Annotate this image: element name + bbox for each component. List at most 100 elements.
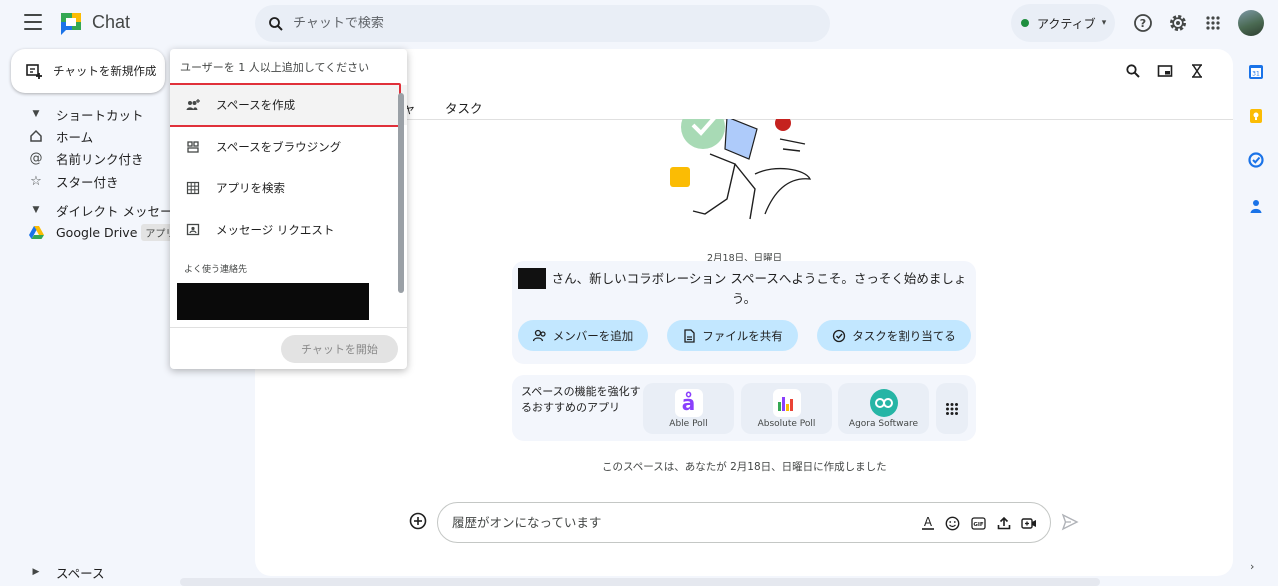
new-chat-label: チャットを新規作成 bbox=[53, 64, 157, 78]
message-requests-label: メッセージ リクエスト bbox=[216, 223, 335, 237]
shortcuts-header[interactable]: ▼ ショートカット bbox=[28, 104, 144, 124]
redacted-contact[interactable] bbox=[177, 283, 369, 320]
shortcuts-heading: ショートカット bbox=[56, 107, 144, 123]
top-bar: Chat アクティブ ▾ ? bbox=[0, 0, 1278, 46]
add-member-icon bbox=[532, 329, 546, 341]
app-title: Chat bbox=[92, 12, 131, 32]
status-label: アクティブ bbox=[1037, 16, 1096, 31]
app-tile-name: Agora Software bbox=[848, 419, 919, 429]
at-icon: @ bbox=[29, 150, 43, 166]
emoji-icon[interactable] bbox=[944, 515, 960, 531]
bottom-edge bbox=[180, 578, 1100, 586]
star-icon: ☆ bbox=[30, 173, 42, 189]
spaces-header[interactable]: ▶ スペース bbox=[28, 562, 105, 582]
app-tile-able-poll[interactable]: å Able Poll bbox=[643, 383, 734, 434]
svg-text:GIF: GIF bbox=[973, 522, 984, 528]
spaces-heading: スペース bbox=[56, 565, 105, 581]
chat-logo-icon bbox=[61, 13, 81, 35]
file-icon bbox=[684, 328, 695, 343]
frequent-contacts-label: よく使う連絡先 bbox=[184, 265, 248, 275]
apps-grid-icon bbox=[946, 402, 958, 415]
app-tile-agora-software[interactable]: Agora Software bbox=[838, 383, 929, 434]
new-chat-dropdown: スペースを作成 スペースをブラウジング アプリを検索 メッセージ リクエスト よ… bbox=[170, 49, 407, 369]
add-member-label: メンバーを追加 bbox=[552, 328, 634, 343]
agora-software-icon bbox=[869, 389, 898, 417]
find-apps-item[interactable]: アプリを検索 bbox=[170, 168, 407, 208]
help-icon[interactable]: ? bbox=[1132, 12, 1154, 34]
contacts-icon[interactable] bbox=[1248, 198, 1264, 214]
sidebar-item-home[interactable]: ホーム bbox=[28, 126, 93, 146]
new-chat-button[interactable]: チャットを新規作成 bbox=[11, 49, 165, 93]
new-chat-icon bbox=[26, 64, 42, 79]
svg-text:A: A bbox=[924, 515, 933, 529]
tasks-icon[interactable] bbox=[1248, 152, 1264, 168]
keep-icon[interactable] bbox=[1248, 108, 1264, 124]
search-icon bbox=[269, 16, 283, 31]
search-bar[interactable] bbox=[255, 5, 830, 42]
assign-task-button[interactable]: タスクを割り当てる bbox=[817, 320, 971, 351]
dm-item-google-drive[interactable]: Google Drive アプリ bbox=[28, 222, 180, 242]
gif-icon[interactable]: GIF bbox=[970, 515, 986, 531]
add-member-button[interactable]: メンバーを追加 bbox=[518, 320, 648, 351]
caret-right-icon: ▶ bbox=[32, 567, 40, 577]
apps-icon bbox=[186, 181, 200, 195]
picture-in-picture-icon[interactable] bbox=[1155, 61, 1175, 81]
recommended-apps-card: スペースの機能を強化するおすすめのアプリ å Able Poll Absolut… bbox=[512, 375, 976, 441]
absolute-poll-icon bbox=[772, 389, 801, 417]
search-input[interactable] bbox=[293, 16, 793, 31]
sidebar-item-starred[interactable]: ☆ スター付き bbox=[28, 171, 119, 191]
redacted-name bbox=[518, 268, 546, 289]
video-meeting-icon[interactable] bbox=[1021, 515, 1037, 531]
app-tile-absolute-poll[interactable]: Absolute Poll bbox=[741, 383, 832, 434]
highlight-annotation bbox=[170, 83, 401, 127]
dm-heading: ダイレクト メッセージ bbox=[56, 203, 185, 219]
share-file-button[interactable]: ファイルを共有 bbox=[667, 320, 798, 351]
search-icon[interactable] bbox=[1123, 61, 1143, 81]
message-input[interactable] bbox=[452, 515, 912, 530]
share-file-label: ファイルを共有 bbox=[702, 328, 783, 343]
message-requests-item[interactable]: メッセージ リクエスト bbox=[170, 210, 407, 250]
browse-spaces-icon bbox=[187, 141, 199, 153]
sidebar-item-mentions[interactable]: @ 名前リンク付き bbox=[28, 148, 144, 168]
sidebar-item-label: ホーム bbox=[56, 129, 94, 145]
welcome-illustration bbox=[670, 119, 812, 220]
space-created-note: このスペースは、あなたが 2月18日、日曜日に作成しました bbox=[602, 461, 887, 473]
add-content-icon[interactable] bbox=[409, 512, 427, 530]
tab-tasks[interactable]: タスク bbox=[445, 98, 483, 117]
browse-spaces-label: スペースをブラウジング bbox=[216, 140, 342, 154]
apps-grid-icon[interactable] bbox=[1202, 12, 1224, 34]
caret-down-icon: ▼ bbox=[32, 205, 40, 215]
assign-task-label: タスクを割り当てる bbox=[852, 328, 956, 343]
find-apps-label: アプリを検索 bbox=[216, 181, 285, 195]
status-selector[interactable]: アクティブ ▾ bbox=[1011, 4, 1115, 42]
welcome-message: さん、新しいコラボレーション スペースへようこそ。さっそく始めましょう。 bbox=[551, 271, 967, 306]
caret-down-icon: ▼ bbox=[32, 109, 40, 119]
app-tile-name: Absolute Poll bbox=[757, 419, 816, 429]
more-apps-button[interactable] bbox=[936, 383, 968, 434]
dm-header[interactable]: ▼ ダイレクト メッセージ bbox=[28, 200, 185, 220]
text-format-icon[interactable]: A bbox=[920, 515, 936, 531]
add-people-input[interactable] bbox=[180, 58, 395, 76]
welcome-card: さん、新しいコラボレーション スペースへようこそ。さっそく始めましょう。 メンバ… bbox=[512, 261, 976, 364]
home-icon bbox=[28, 128, 44, 144]
browse-spaces-item[interactable]: スペースをブラウジング bbox=[170, 127, 407, 167]
svg-text:?: ? bbox=[1140, 17, 1146, 30]
account-avatar[interactable] bbox=[1238, 10, 1264, 36]
start-chat-button[interactable]: チャットを開始 bbox=[281, 335, 398, 363]
status-dot bbox=[1021, 19, 1029, 27]
message-composer[interactable]: A GIF bbox=[437, 502, 1051, 543]
upload-icon[interactable] bbox=[996, 515, 1012, 531]
popup-scrollbar[interactable] bbox=[398, 93, 404, 293]
svg-text:31: 31 bbox=[1252, 71, 1260, 78]
calendar-icon[interactable]: 31 bbox=[1248, 64, 1264, 80]
chevron-right-icon[interactable]: › bbox=[1250, 560, 1254, 573]
popup-divider bbox=[170, 327, 407, 328]
send-icon[interactable] bbox=[1061, 513, 1079, 531]
google-drive-icon bbox=[28, 224, 44, 240]
hourglass-icon[interactable] bbox=[1187, 61, 1207, 81]
main-menu-icon[interactable] bbox=[24, 14, 42, 30]
chevron-down-icon: ▾ bbox=[1101, 18, 1107, 28]
sidebar-item-label: スター付き bbox=[56, 174, 119, 190]
able-poll-icon: å bbox=[674, 389, 703, 417]
settings-icon[interactable] bbox=[1167, 12, 1189, 34]
